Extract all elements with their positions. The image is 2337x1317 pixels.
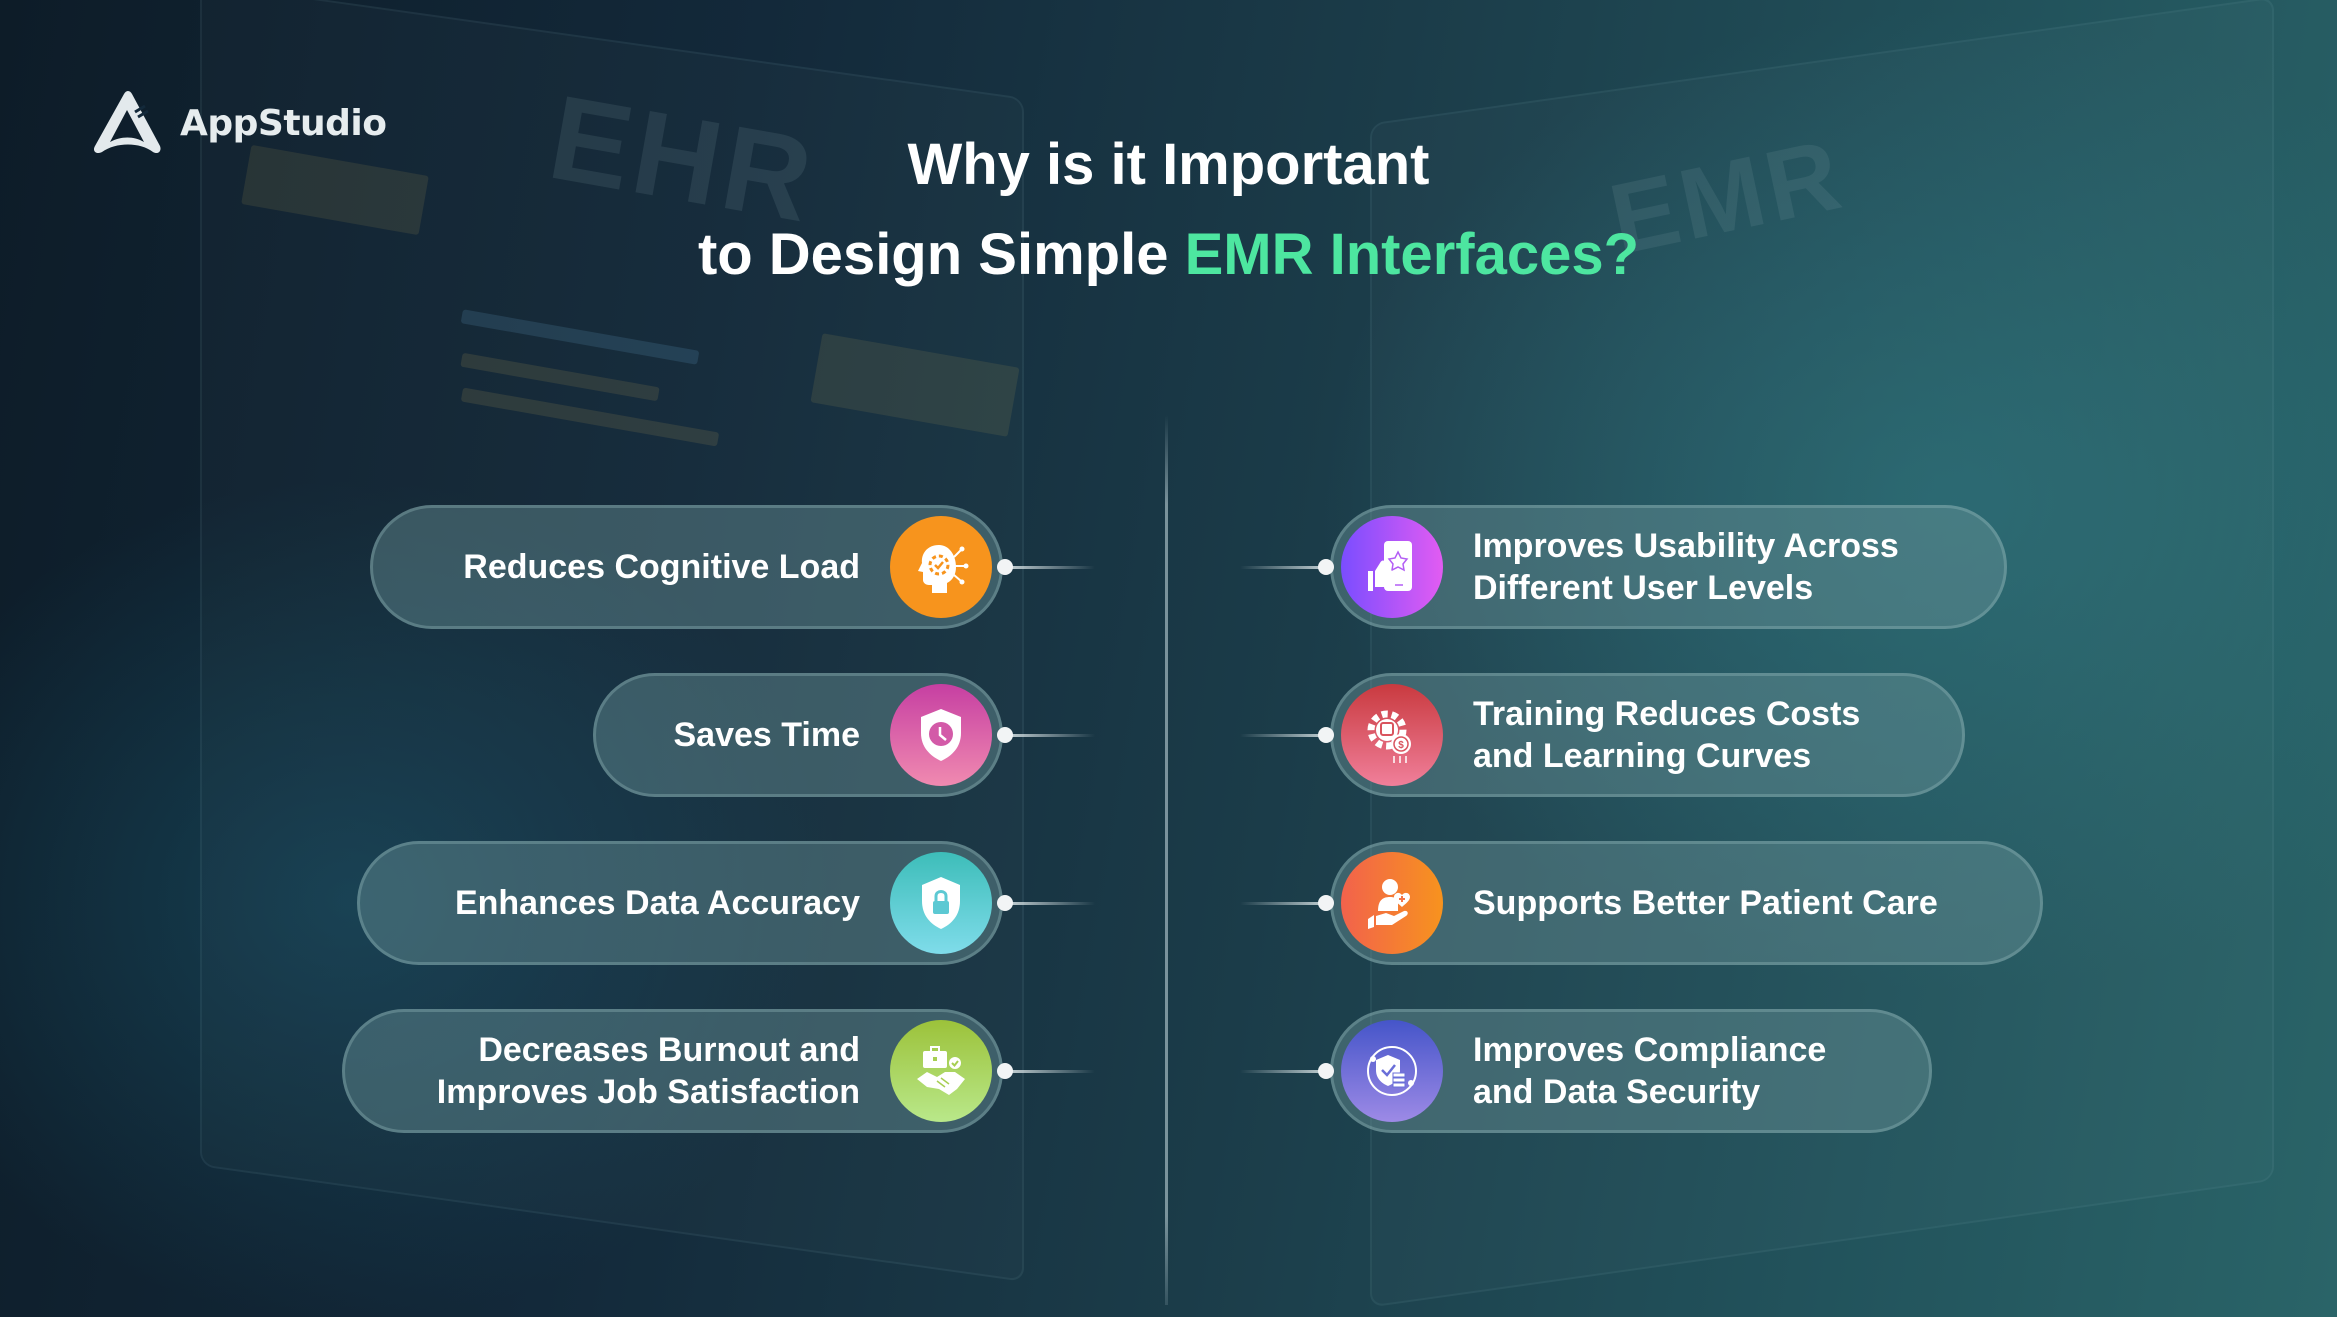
benefit-label: Supports Better Patient Care: [1473, 882, 1938, 924]
benefit-label: Training Reduces Costs and Learning Curve…: [1473, 693, 1860, 777]
benefit-label-line: Enhances Data Accuracy: [454, 884, 860, 922]
connector-dot: [997, 895, 1013, 911]
benefit-label-line: Reduces Cognitive Load: [463, 548, 860, 586]
connector-line: [1005, 734, 1095, 737]
page-title-line1: Why is it Important: [907, 132, 1430, 197]
connector-line: [1240, 1070, 1330, 1073]
connector-dot: [1318, 727, 1334, 743]
connector-dot: [997, 1063, 1013, 1079]
benefit-label-line: Supports Better Patient Care: [1473, 884, 1938, 922]
benefit-label-line: Improves Usability Across: [1473, 527, 1899, 565]
benefit-label: Enhances Data Accuracy: [455, 882, 860, 924]
brain-gear-icon: [890, 516, 992, 618]
benefit-card-supports-patient-care: Supports Better Patient Care: [1330, 841, 2043, 965]
patient-care-hand-icon: [1341, 852, 1443, 954]
benefit-card-improves-compliance: Improves Compliance and Data Security: [1330, 1009, 1932, 1133]
benefit-label-line: Improves Compliance: [1473, 1031, 1827, 1069]
shield-clock-icon: [890, 684, 992, 786]
benefit-card-reduces-cognitive-load: Reduces Cognitive Load: [370, 505, 1003, 629]
connector-dot: [997, 559, 1013, 575]
center-divider: [1165, 415, 1168, 1305]
page-title-line2: to Design Simple EMR Interfaces?: [0, 226, 2337, 284]
connector-line: [1240, 734, 1330, 737]
benefit-label-line: and Learning Curves: [1473, 737, 1812, 775]
connector-line: [1005, 902, 1095, 905]
benefit-label-line: Different User Levels: [1473, 569, 1814, 607]
benefit-card-improves-usability: Improves Usability Across Different User …: [1330, 505, 2007, 629]
phone-thumbs-up-icon: [1341, 516, 1443, 618]
benefit-label-line: Decreases Burnout and: [478, 1031, 860, 1069]
benefit-card-decreases-burnout: Decreases Burnout and Improves Job Satisf…: [342, 1009, 1003, 1133]
benefit-label-line: and Data Security: [1473, 1073, 1761, 1111]
benefit-card-enhances-data-accuracy: Enhances Data Accuracy: [357, 841, 1003, 965]
benefit-label: Reduces Cognitive Load: [463, 546, 860, 588]
title-prefix: to Design Simple: [697, 222, 1185, 287]
shield-check-server-icon: [1341, 1020, 1443, 1122]
connector-dot: [1318, 559, 1334, 575]
connector-line: [1005, 566, 1095, 569]
benefit-label: Improves Usability Across Different User …: [1473, 525, 1899, 609]
benefit-card-saves-time: Saves Time: [593, 673, 1003, 797]
connector-dot: [1318, 895, 1334, 911]
benefit-label: Decreases Burnout and Improves Job Satisf…: [437, 1029, 860, 1113]
benefit-label: Improves Compliance and Data Security: [1473, 1029, 1826, 1113]
title-accent: EMR Interfaces?: [1184, 222, 1640, 287]
benefit-label-line: Improves Job Satisfaction: [436, 1073, 860, 1111]
connector-line: [1005, 1070, 1095, 1073]
svg-text:$: $: [1398, 740, 1404, 751]
connector-line: [1240, 902, 1330, 905]
connector-dot: [997, 727, 1013, 743]
connector-dot: [1318, 1063, 1334, 1079]
briefcase-handshake-icon: [890, 1020, 992, 1122]
benefit-card-training-reduces-costs: $ Training Reduces Costs and Learning Cur…: [1330, 673, 1965, 797]
gear-money-icon: $: [1341, 684, 1443, 786]
connector-line: [1240, 566, 1330, 569]
benefit-label-line: Training Reduces Costs: [1473, 695, 1861, 733]
benefit-label: Saves Time: [673, 714, 860, 756]
shield-lock-icon: [890, 852, 992, 954]
benefit-label-line: Saves Time: [673, 716, 860, 754]
